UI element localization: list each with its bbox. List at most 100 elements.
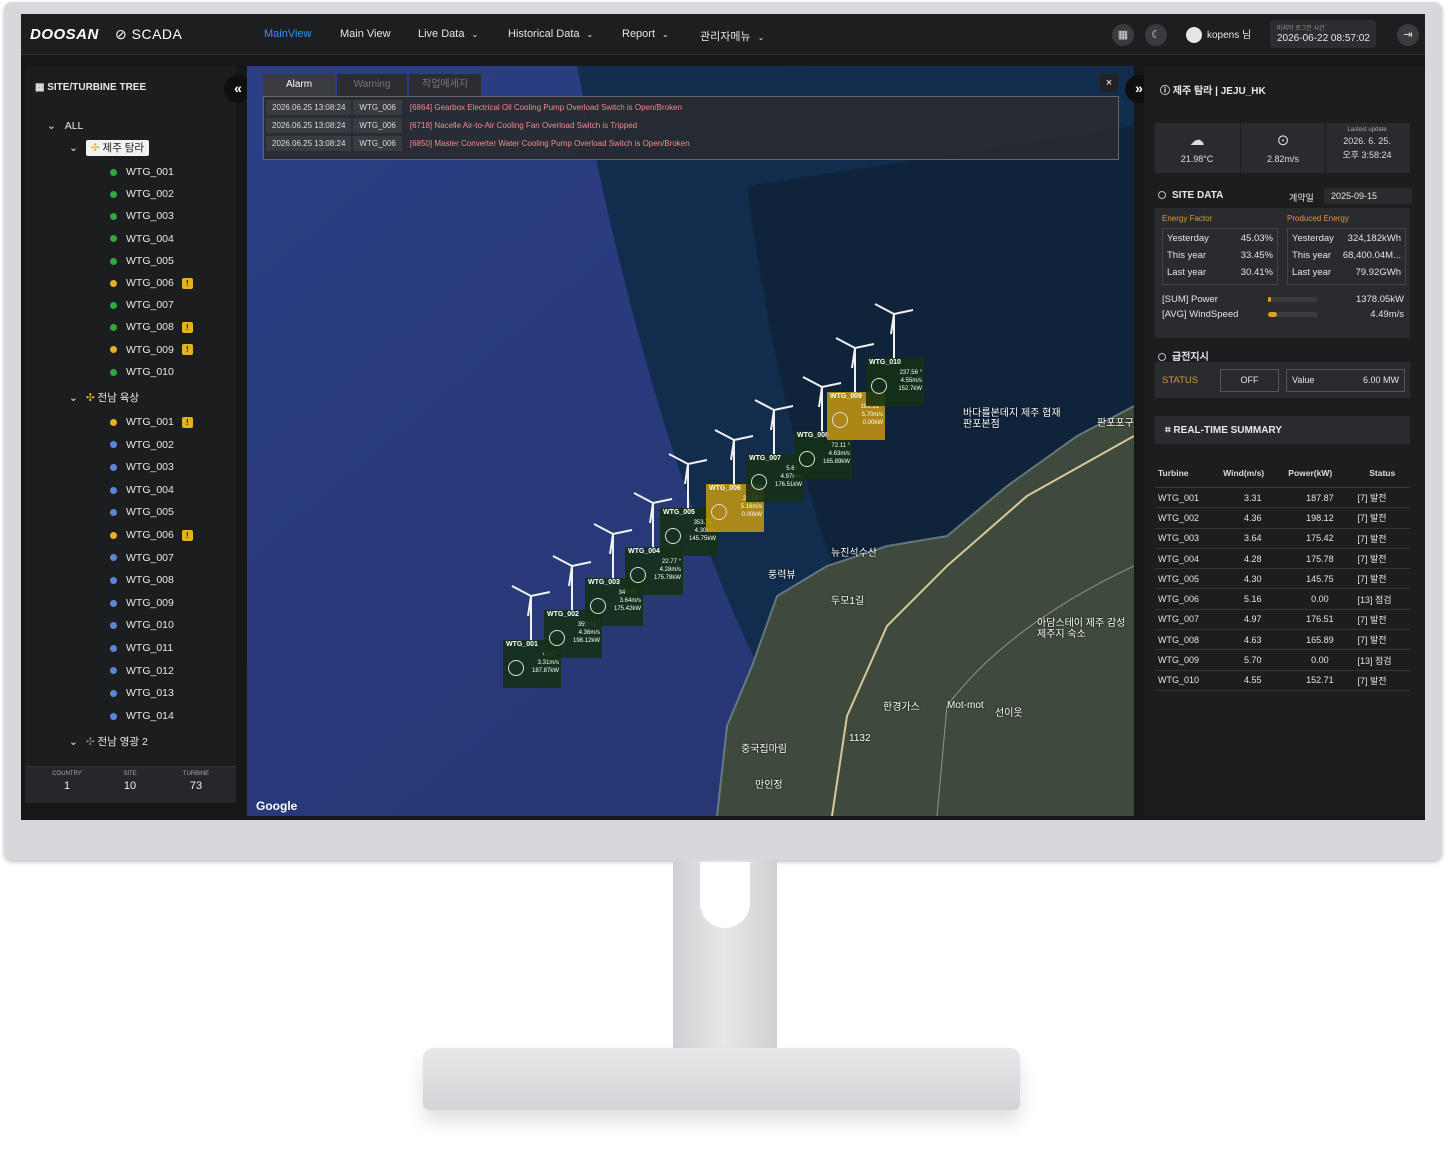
tree-turbine-item[interactable]: WTG_009 — [110, 597, 174, 609]
map-place-label[interactable]: 중국집마림 — [741, 744, 787, 755]
turbine-status-ring-icon — [508, 660, 524, 676]
turbine-status-ring-icon — [590, 598, 606, 614]
tree-turbine-item[interactable]: WTG_007 — [110, 552, 174, 564]
tree-root[interactable]: ⌄ ALL — [47, 120, 83, 132]
alarm-row[interactable]: 2026.06.25 13:08:24 WTG_006 [6864] Gearbox… — [266, 99, 690, 116]
tree-turbine-item[interactable]: WTG_002 — [110, 188, 174, 200]
map-place-label[interactable]: 선이웃 — [995, 708, 1023, 719]
map-place-label[interactable]: 바다를본데지 제주 협재판포본점 — [963, 408, 1063, 430]
tree-turbine-item[interactable]: WTG_004 — [110, 233, 174, 245]
summary-table: Turbine Wind(m/s) Power(kW) Status WTG_001 3… — [1155, 458, 1410, 691]
map-place-label[interactable]: 만인정 — [755, 780, 783, 791]
tab-0[interactable]: Alarm — [263, 74, 335, 96]
map-icon[interactable]: ▦ — [1112, 24, 1134, 46]
power: 0.00kW — [862, 420, 883, 426]
map-place-label[interactable]: 뉴진석수산 — [831, 548, 877, 559]
tree-turbine-item[interactable]: WTG_008! — [110, 321, 193, 333]
dark-mode-moon-icon[interactable]: ☾ — [1145, 24, 1167, 46]
turbine-status-ring-icon — [799, 451, 815, 467]
tree-turbine-item[interactable]: WTG_002 — [110, 439, 174, 451]
tree-turbine-item[interactable]: WTG_006! — [110, 277, 193, 289]
dispatch-value-field[interactable]: Value 6.00 MW — [1286, 369, 1405, 392]
turbine-id: WTG_007 — [126, 551, 174, 564]
nav-item-0[interactable]: MainView — [264, 28, 312, 40]
map-view[interactable]: WTG_0010.97 °3.31m/s187.87kWWTG_002359.0… — [247, 66, 1134, 816]
alarm-row[interactable]: 2026.06.25 13:08:24 WTG_006 [6718] Nacelle… — [266, 117, 645, 134]
energy-factor-value: 30.41% — [1240, 267, 1273, 278]
map-turbine-id: WTG_005 — [663, 509, 695, 516]
site-title: ⓘ 제주 탐라 | JEJU_HK — [1160, 86, 1266, 97]
table-row[interactable]: WTG_009 5.70 0.00 [13] 점검 — [1155, 649, 1410, 671]
warning-badge-icon: ! — [181, 322, 193, 334]
produced-energy-value: 68,400.04M... — [1342, 250, 1401, 261]
cell-wind: 4.55 — [1220, 670, 1286, 691]
map-place-label[interactable]: 두모1길 — [831, 596, 864, 607]
table-row[interactable]: WTG_010 4.55 152.71 [7] 발전 — [1155, 670, 1410, 691]
tree-turbine-item[interactable]: WTG_001! — [110, 416, 193, 428]
contract-date-field[interactable]: 2025-09-15 — [1324, 188, 1412, 204]
column-header[interactable]: Wind(m/s) — [1220, 458, 1286, 488]
monitor-stand-cutout — [700, 862, 750, 928]
nav-item-1[interactable]: Main View — [340, 28, 391, 40]
map-place-label[interactable]: 아담스테이 제주 감성제주지 숙소 — [1037, 618, 1134, 640]
tree-turbine-item[interactable]: WTG_005 — [110, 255, 174, 267]
turbine-id: WTG_009 — [126, 596, 174, 609]
tree-turbine-item[interactable]: WTG_013 — [110, 687, 174, 699]
dispatch-status-toggle[interactable]: OFF — [1220, 369, 1279, 392]
tree-turbine-item[interactable]: WTG_001 — [110, 166, 174, 178]
table-row[interactable]: WTG_003 3.64 175.42 [7] 발전 — [1155, 528, 1410, 549]
turbine-status-ring-icon — [832, 412, 848, 428]
tab-2[interactable]: 작업메세지 — [409, 74, 481, 96]
map-place-label[interactable]: Mot-mot — [947, 700, 984, 711]
tab-1[interactable]: Warning — [337, 74, 407, 96]
energy-factor-value: 45.03% — [1240, 233, 1273, 244]
nav-item-3[interactable]: Historical Data ⌄ — [508, 28, 593, 40]
user-menu[interactable]: kopens 님 — [1186, 26, 1251, 44]
logout-icon[interactable]: ⇥ — [1397, 24, 1419, 46]
tree-turbine-item[interactable]: WTG_014 — [110, 710, 174, 722]
close-alarm-button[interactable]: × — [1100, 74, 1118, 92]
nav-item-5[interactable]: 관리자메뉴 ⌄ — [700, 28, 764, 44]
table-row[interactable]: WTG_007 4.97 176.51 [7] 발전 — [1155, 609, 1410, 631]
tree-turbine-item[interactable]: WTG_005 — [110, 506, 174, 518]
tree-turbine-item[interactable]: WTG_003 — [110, 210, 174, 222]
cell-wind: 3.31 — [1220, 487, 1286, 509]
alarm-row[interactable]: 2026.06.25 13:08:24 WTG_006 [6850] Master … — [266, 135, 698, 152]
table-row[interactable]: WTG_001 3.31 187.87 [7] 발전 — [1155, 487, 1410, 509]
tree-turbine-item[interactable]: WTG_012 — [110, 665, 174, 677]
map-place-label[interactable]: 1132 — [849, 733, 871, 744]
map-place-label[interactable]: 한경가스 — [883, 702, 920, 713]
table-row[interactable]: WTG_004 4.28 175.78 [7] 발전 — [1155, 548, 1410, 570]
site-data-box: Energy Factor Produced Energy Yesterday 4… — [1155, 208, 1410, 338]
tree-turbine-item[interactable]: WTG_010 — [110, 619, 174, 631]
table-row[interactable]: WTG_002 4.36 198.12 [7] 발전 — [1155, 507, 1410, 529]
status-dot — [110, 599, 117, 607]
tree-turbine-item[interactable]: WTG_009! — [110, 344, 193, 356]
table-row[interactable]: WTG_006 5.16 0.00 [13] 점검 — [1155, 588, 1410, 610]
tree-turbine-item[interactable]: WTG_003 — [110, 461, 174, 473]
tree-turbine-item[interactable]: WTG_008 — [110, 574, 174, 586]
nav-item-4[interactable]: Report ⌄ — [622, 28, 669, 40]
cell-power: 0.00 — [1285, 588, 1355, 610]
tree-site-0[interactable]: ⌄ ✣ 제주 탐라 — [69, 140, 150, 156]
wind-speed: 5.16m/s — [740, 504, 762, 510]
tree-turbine-item[interactable]: WTG_006! — [110, 529, 193, 541]
map-turbine-id: WTG_006 — [709, 485, 741, 492]
tree-turbine-item[interactable]: WTG_004 — [110, 484, 174, 496]
map-place-label[interactable]: 풍력뷰 — [768, 570, 796, 581]
tree-site-1[interactable]: ⌄ ✣ 전남 육상 — [69, 390, 139, 405]
tree-site-2[interactable]: ⌄ ✣ 전남 영광 2 — [69, 734, 148, 749]
tree-turbine-item[interactable]: WTG_010 — [110, 366, 174, 378]
column-header[interactable]: Turbine — [1155, 458, 1221, 488]
table-row[interactable]: WTG_005 4.30 145.75 [7] 발전 — [1155, 568, 1410, 590]
tree-turbine-item[interactable]: WTG_007 — [110, 299, 174, 311]
turbine-id: WTG_001 — [126, 166, 174, 178]
map-turbine-card[interactable]: WTG_010 237.56 ° 4.55m/s 152.7kW — [866, 358, 924, 406]
column-header[interactable]: Status — [1354, 458, 1410, 488]
tree-turbine-item[interactable]: WTG_011 — [110, 642, 173, 654]
nav-item-2[interactable]: Live Data ⌄ — [418, 28, 478, 40]
column-header[interactable]: Power(kW) — [1285, 458, 1355, 488]
map-place-label[interactable]: 판포포구 — [1097, 418, 1134, 429]
nav-item-label: Historical Data — [508, 28, 580, 40]
table-row[interactable]: WTG_008 4.63 165.89 [7] 발전 — [1155, 629, 1410, 651]
